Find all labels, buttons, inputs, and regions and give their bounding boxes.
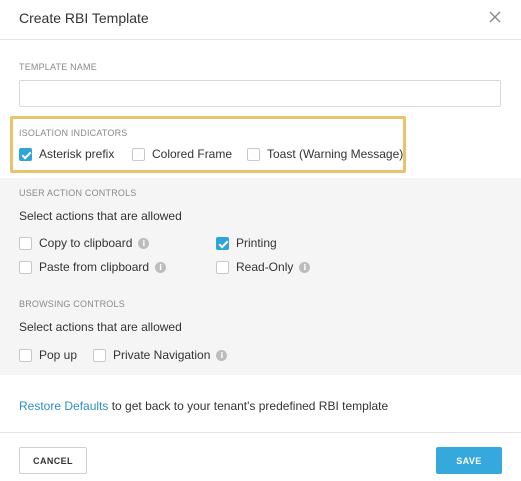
printing-checkbox[interactable] <box>216 236 229 250</box>
isolation-indicators-highlight <box>10 116 406 173</box>
controls-section <box>0 178 521 375</box>
pop-up-checkbox[interactable] <box>19 348 32 362</box>
copy-to-clipboard-label: Copy to clipboard <box>39 236 133 250</box>
user-action-controls-label: USER ACTION CONTROLS <box>19 188 137 198</box>
colored-frame-label: Colored Frame <box>152 147 233 161</box>
toast-warning-option[interactable]: Toast (Warning Message) <box>247 146 403 162</box>
template-name-input[interactable] <box>19 80 501 107</box>
read-only-checkbox[interactable] <box>216 260 229 274</box>
paste-from-clipboard-checkbox[interactable] <box>19 260 32 274</box>
user-action-controls-description: Select actions that are allowed <box>19 209 182 223</box>
restore-defaults-text: Restore Defaults to get back to your ten… <box>19 399 388 413</box>
copy-to-clipboard-option[interactable]: Copy to clipboard i <box>19 235 150 251</box>
printing-label: Printing <box>236 236 277 250</box>
browsing-controls-label: BROWSING CONTROLS <box>19 299 125 309</box>
paste-from-clipboard-label: Paste from clipboard <box>39 260 150 274</box>
pop-up-label: Pop up <box>39 348 78 362</box>
create-rbi-template-dialog: Create RBI Template TEMPLATE NAME ISOLAT… <box>0 0 521 481</box>
asterisk-prefix-option[interactable]: Asterisk prefix <box>19 146 114 162</box>
info-icon[interactable]: i <box>155 261 167 273</box>
asterisk-prefix-label: Asterisk prefix <box>39 147 115 161</box>
private-navigation-label: Private Navigation <box>113 348 211 362</box>
read-only-label: Read-Only <box>236 260 294 274</box>
close-icon[interactable] <box>487 8 503 26</box>
asterisk-prefix-checkbox[interactable] <box>19 147 32 161</box>
restore-defaults-description: to get back to your tenant's predefined … <box>108 399 389 413</box>
info-icon[interactable]: i <box>138 237 150 249</box>
restore-defaults-link[interactable]: Restore Defaults <box>19 399 108 413</box>
colored-frame-option[interactable]: Colored Frame <box>132 146 232 162</box>
toast-warning-checkbox[interactable] <box>247 147 260 161</box>
read-only-option[interactable]: Read-Only i <box>216 259 311 275</box>
pop-up-option[interactable]: Pop up <box>19 347 77 363</box>
private-navigation-checkbox[interactable] <box>93 348 106 362</box>
dialog-footer: CANCEL SAVE <box>0 432 521 481</box>
info-icon[interactable]: i <box>216 349 228 361</box>
dialog-header: Create RBI Template <box>0 0 521 40</box>
cancel-button[interactable]: CANCEL <box>19 447 87 474</box>
copy-to-clipboard-checkbox[interactable] <box>19 236 32 250</box>
private-navigation-option[interactable]: Private Navigation i <box>93 347 228 363</box>
template-name-label: TEMPLATE NAME <box>19 62 97 72</box>
browsing-controls-description: Select actions that are allowed <box>19 320 182 334</box>
isolation-indicators-label: ISOLATION INDICATORS <box>19 128 128 138</box>
colored-frame-checkbox[interactable] <box>132 147 145 161</box>
dialog-title: Create RBI Template <box>19 10 149 26</box>
printing-option[interactable]: Printing <box>216 235 277 251</box>
paste-from-clipboard-option[interactable]: Paste from clipboard i <box>19 259 167 275</box>
info-icon[interactable]: i <box>299 261 311 273</box>
save-button[interactable]: SAVE <box>436 447 502 474</box>
toast-warning-label: Toast (Warning Message) <box>267 147 404 161</box>
